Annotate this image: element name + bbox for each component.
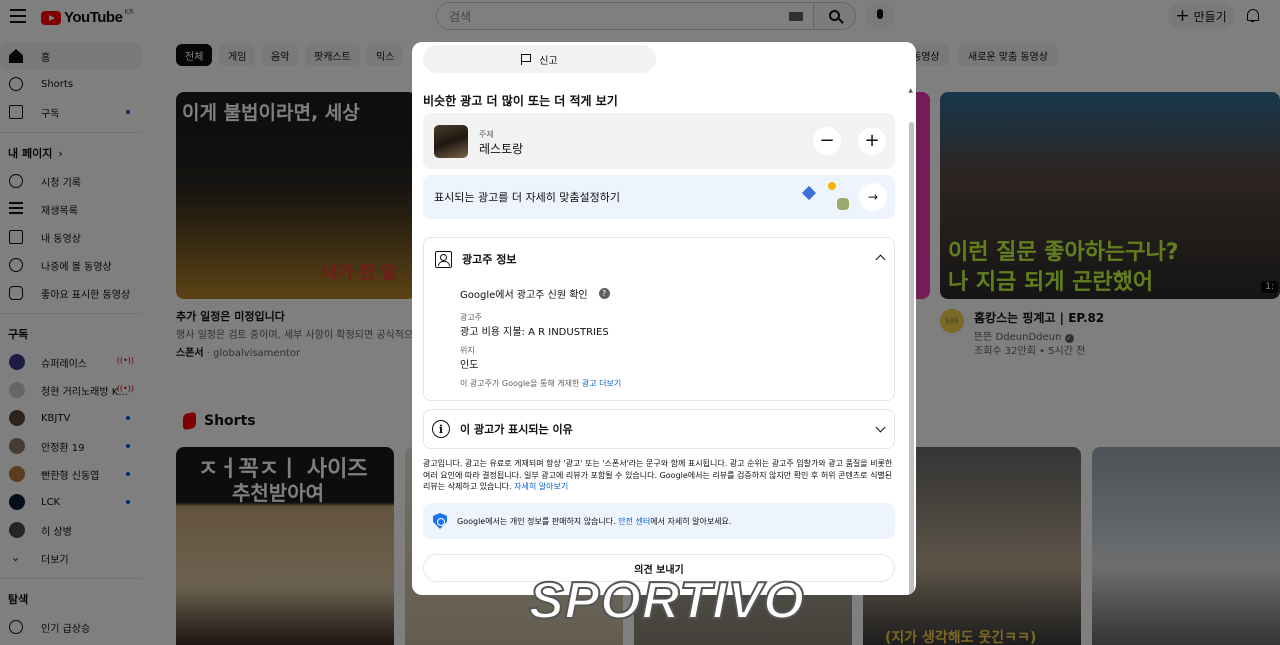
more-ads-link[interactable]: 광고 더보기 xyxy=(582,379,621,388)
decorative-shape-icon xyxy=(837,198,849,210)
location-value: 인도 xyxy=(460,360,479,371)
customize-label: 표시되는 광고를 더 자세히 맞춤설정하기 xyxy=(434,191,621,204)
shield-icon xyxy=(433,513,447,529)
dialog-title: 비슷한 광고 더 많이 또는 더 적게 보기 xyxy=(423,94,618,108)
privacy-text-after: 에서 자세히 알아보세요. xyxy=(650,516,732,526)
report-button[interactable]: 신고 xyxy=(423,45,656,73)
info-icon: i xyxy=(432,420,450,438)
why-heading: 이 광고가 표시되는 이유 xyxy=(460,423,573,436)
watermark-logo: SPORTIVO xyxy=(528,572,805,630)
dialog-scrollbar[interactable] xyxy=(909,122,914,595)
verified-text: Google에서 광고주 신원 확인 xyxy=(460,290,588,301)
advertiser-heading: 광고주 정보 xyxy=(462,253,517,266)
flag-icon xyxy=(521,53,532,65)
scroll-up-arrow-icon[interactable]: ▲ xyxy=(908,87,913,94)
arrow-right-icon[interactable]: → xyxy=(859,183,887,211)
privacy-notice: Google에서는 개인 정보를 판매하지 않습니다. 안전 센터에서 자세히 … xyxy=(423,503,895,539)
disclaimer-text: 광고입니다. 광고는 유료로 게재되며 항상 '광고' 또는 '스폰서'라는 문… xyxy=(423,459,893,491)
show-fewer-button[interactable]: − xyxy=(813,127,841,155)
advertiser-value: 광고 비용 지불: A R INDUSTRIES xyxy=(460,327,609,338)
why-this-ad-header: i 이 광고가 표시되는 이유 xyxy=(432,420,573,438)
youtube-home-page: YouTube KR 검색 + 만들기 홈 Shorts 구독 xyxy=(0,0,1280,645)
show-more-button[interactable]: + xyxy=(858,127,886,155)
customize-ads-link[interactable]: 표시되는 광고를 더 자세히 맞춤설정하기 → xyxy=(423,175,895,219)
note-text: 이 광고주가 Google을 통해 게재한 xyxy=(460,379,582,388)
safety-center-link[interactable]: 안전 센터 xyxy=(618,517,650,526)
decorative-shape-icon xyxy=(828,182,836,190)
topic-label: 주제 xyxy=(479,130,494,139)
location-label: 위치 xyxy=(460,346,475,355)
advertiser-label: 광고주 xyxy=(460,313,483,322)
decorative-shape-icon xyxy=(801,185,817,201)
privacy-text-before: Google에서는 개인 정보를 판매하지 않습니다. xyxy=(457,516,619,526)
topic-card: 주제 레스토랑 − + xyxy=(423,113,895,169)
verified-row: Google에서 광고주 신원 확인 ? xyxy=(460,286,610,301)
topic-thumbnail xyxy=(434,125,468,158)
topic-value: 레스토랑 xyxy=(479,142,524,156)
help-icon[interactable]: ? xyxy=(598,288,610,299)
advertiser-info-header[interactable]: 광고주 정보 xyxy=(435,250,516,268)
ad-disclaimer: 광고입니다. 광고는 유료로 게재되며 항상 '광고' 또는 '스폰서'라는 문… xyxy=(423,458,895,493)
chevron-down-icon[interactable] xyxy=(875,422,886,433)
learn-more-link[interactable]: 자세히 알아보기 xyxy=(514,482,568,491)
advertiser-info-section: 광고주 정보 Google에서 광고주 신원 확인 ? 광고주 광고 비용 지불… xyxy=(423,237,895,401)
ad-info-dialog: 신고 비슷한 광고 더 많이 또는 더 적게 보기 주제 레스토랑 − + 표시… xyxy=(412,42,916,595)
privacy-text: Google에서는 개인 정보를 판매하지 않습니다. 안전 센터에서 자세히 … xyxy=(457,516,731,527)
chevron-up-icon[interactable] xyxy=(875,254,886,265)
why-this-ad-section[interactable]: i 이 광고가 표시되는 이유 xyxy=(423,409,895,449)
report-label: 신고 xyxy=(539,55,558,67)
person-icon xyxy=(435,250,452,268)
advertiser-more-ads: 이 광고주가 Google을 통해 게재한 광고 더보기 xyxy=(460,378,621,389)
